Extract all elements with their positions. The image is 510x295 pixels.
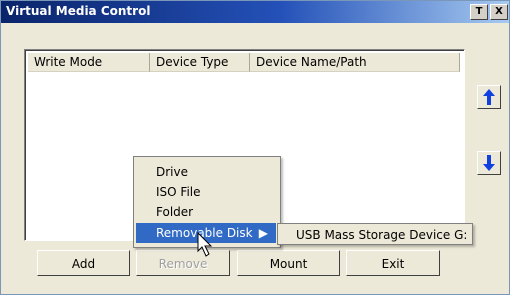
virtual-media-control-window: Virtual Media Control T X Write Mode Dev… <box>0 0 510 295</box>
move-up-button[interactable] <box>477 85 501 109</box>
menu-item-drive[interactable]: Drive <box>136 162 276 182</box>
column-header-device-name-path[interactable]: Device Name/Path <box>250 53 460 72</box>
exit-button[interactable]: Exit <box>346 250 440 276</box>
menu-item-folder[interactable]: Folder <box>136 202 276 222</box>
close-button[interactable]: X <box>490 4 508 20</box>
pin-button[interactable]: T <box>470 4 488 20</box>
mouse-cursor-icon <box>197 232 213 257</box>
arrow-up-icon <box>483 89 495 105</box>
arrow-down-icon <box>483 155 495 171</box>
submenu-item-usb-mass-storage[interactable]: USB Mass Storage Device G: <box>277 223 473 245</box>
submenu-arrow-icon: ▶ <box>258 226 268 240</box>
window-title: Virtual Media Control <box>6 4 151 18</box>
add-button[interactable]: Add <box>37 250 130 276</box>
menu-item-iso-file[interactable]: ISO File <box>136 182 276 202</box>
column-header-write-mode[interactable]: Write Mode <box>28 53 150 72</box>
mount-button[interactable]: Mount <box>237 250 340 276</box>
move-down-button[interactable] <box>477 151 501 175</box>
title-bar[interactable]: Virtual Media Control T X <box>1 1 509 23</box>
remove-button[interactable]: Remove <box>136 250 230 276</box>
column-header-device-type[interactable]: Device Type <box>150 53 250 72</box>
